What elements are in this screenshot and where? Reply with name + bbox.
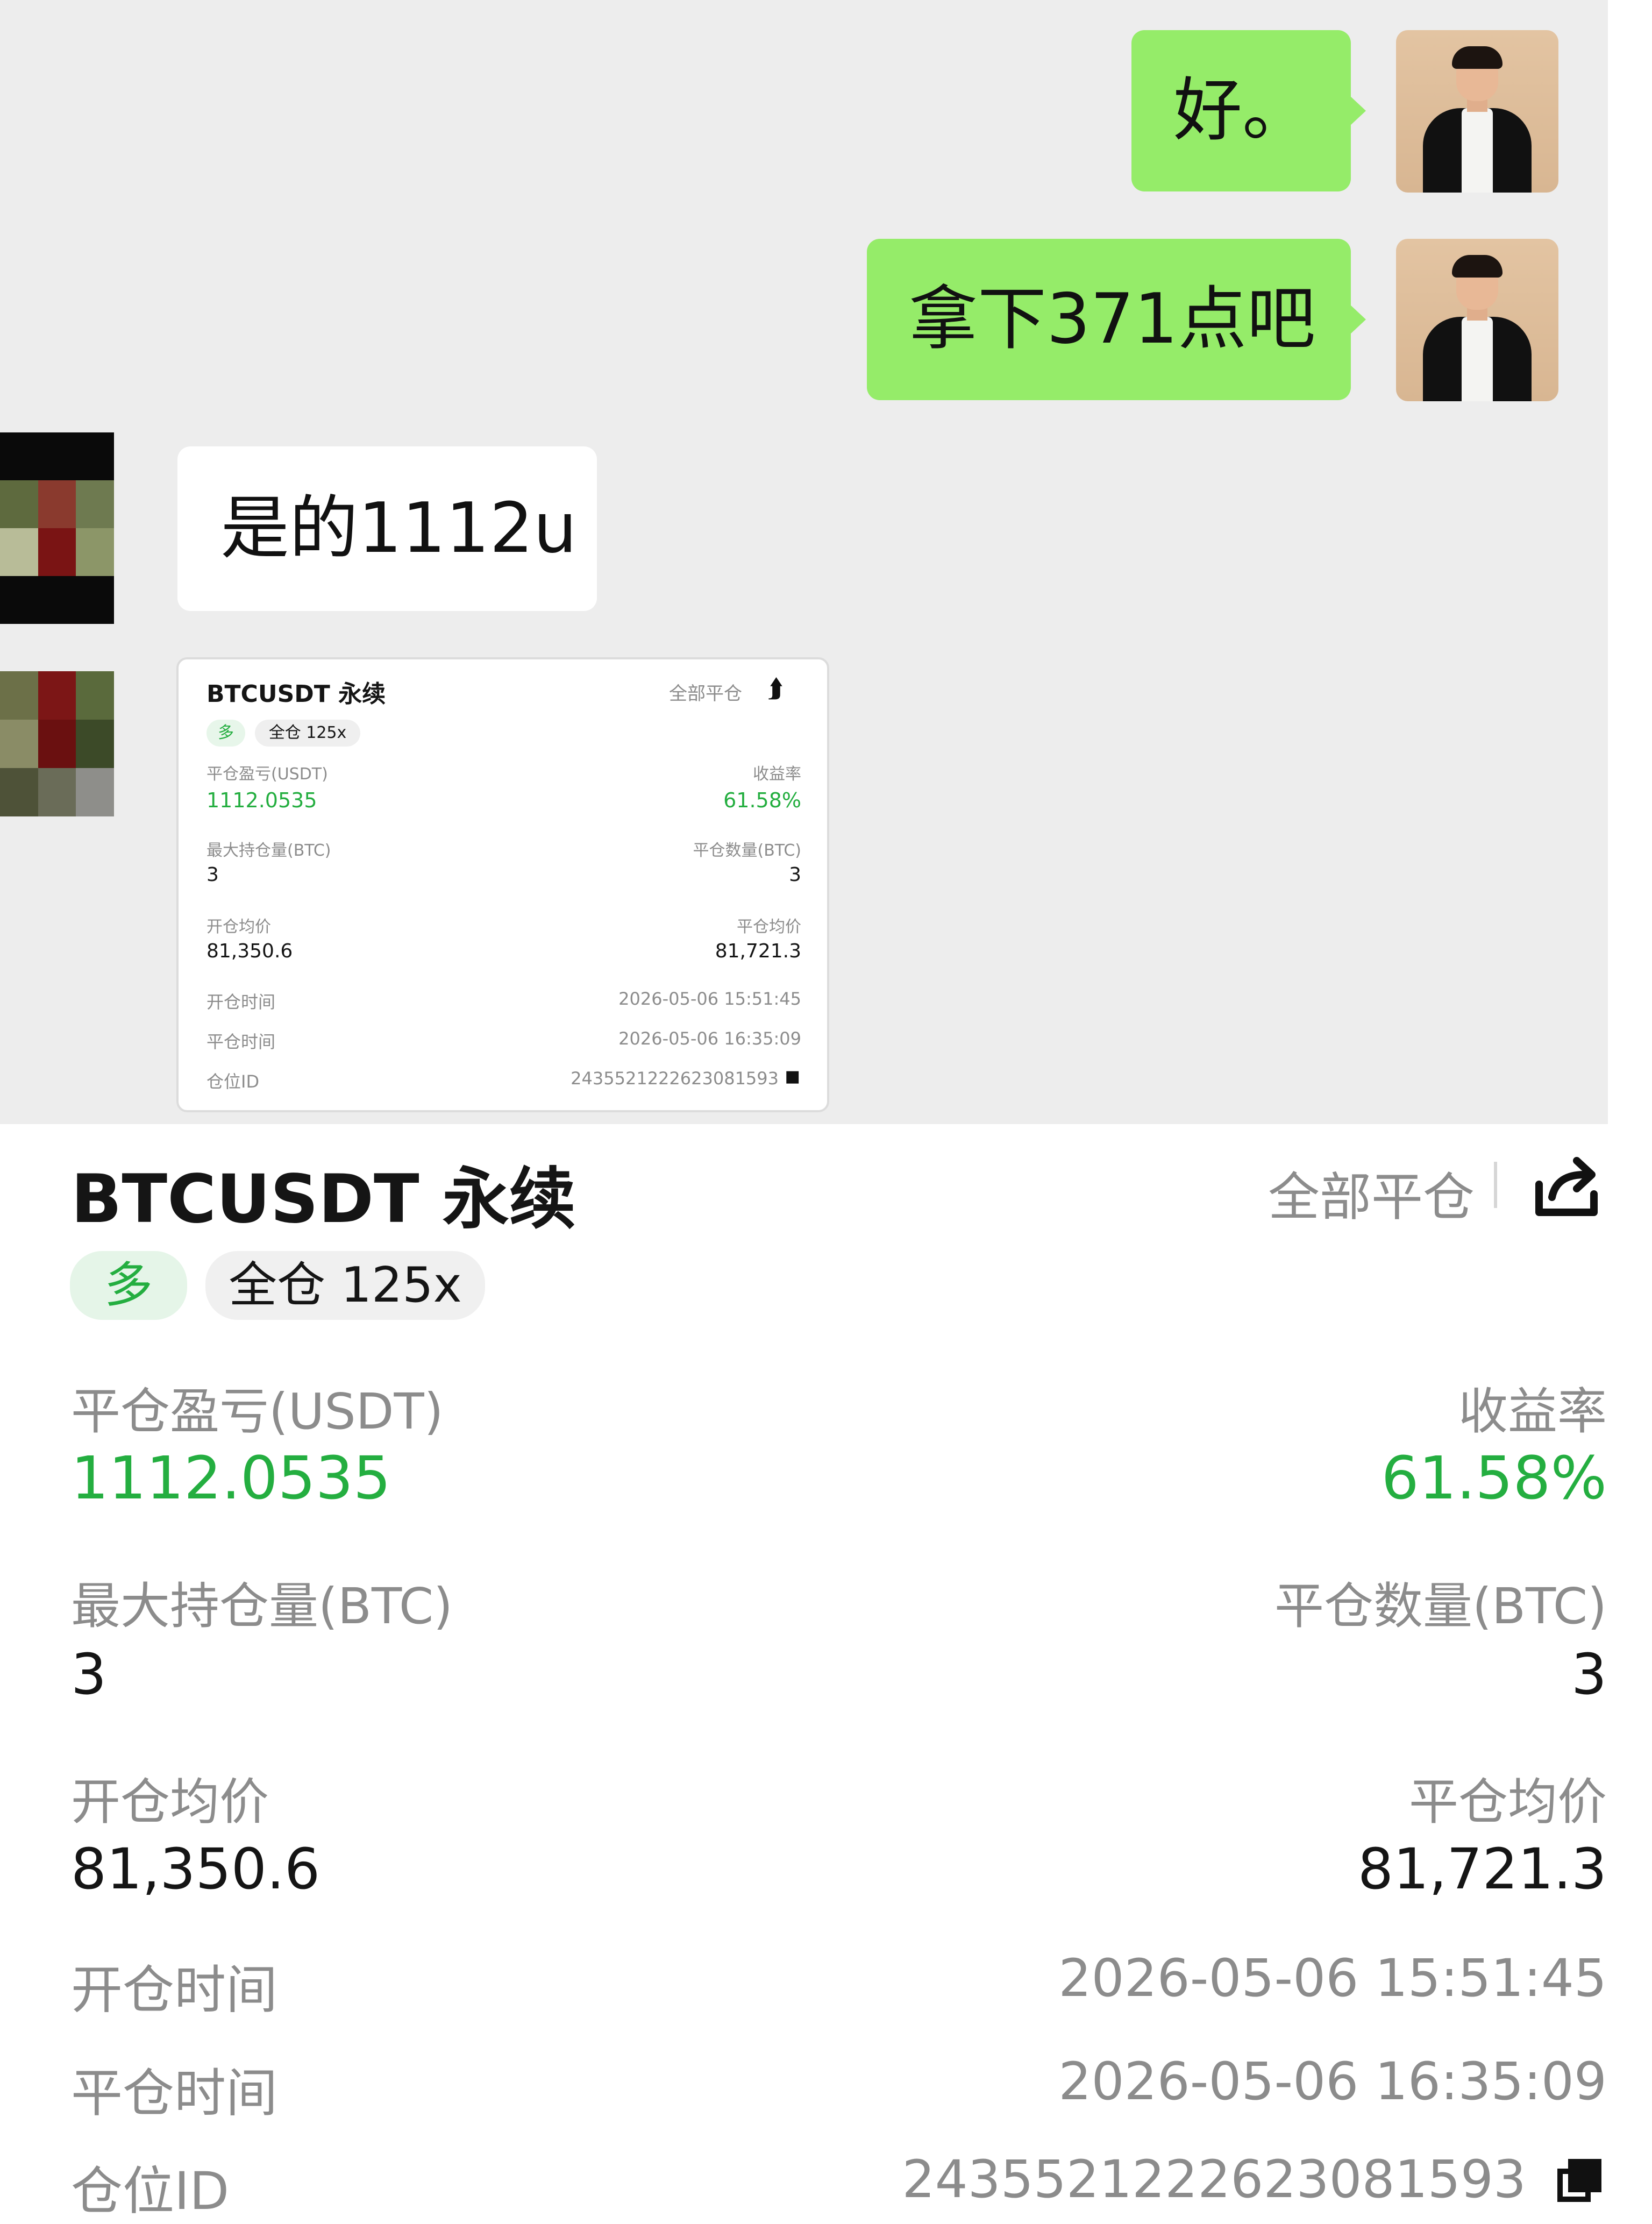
thumb-margin-badge: 全仓 125x	[255, 720, 360, 747]
my-avatar[interactable]	[1396, 239, 1558, 401]
divider	[1494, 1162, 1497, 1208]
thumb-close-time-value: 2026-05-06 16:35:09	[618, 1028, 801, 1049]
thumb-position-id-label: 仓位ID	[206, 1071, 260, 1092]
thumb-pnl-value: 1112.0535	[206, 788, 317, 812]
thumb-copy-icon: ■	[785, 1067, 800, 1086]
contact-avatar[interactable]	[0, 432, 114, 624]
thumb-close-avg-value: 81,721.3	[715, 940, 801, 962]
copy-icon[interactable]	[1557, 2159, 1601, 2202]
pnl-value: 1112.0535	[71, 1444, 391, 1512]
thumb-open-time-label: 开仓时间	[206, 992, 276, 1012]
thumb-roi-label: 收益率	[753, 765, 801, 784]
open-avg-price-value: 81,350.6	[71, 1836, 321, 1902]
position-id-label: 仓位ID	[71, 2161, 230, 2221]
thumb-open-avg-label: 开仓均价	[206, 918, 271, 936]
close-all-button[interactable]: 全部平仓	[1268, 1155, 1475, 1230]
thumb-position-id-value: 2435521222623081593	[571, 1068, 779, 1089]
thumb-roi-value: 61.58%	[723, 788, 801, 812]
thumb-share-icon: ⮭	[768, 673, 784, 704]
chat-area: 好。 拿下371点吧 是的1112u BTCUSDT 永续 全部平仓 ⮭ 多 全…	[0, 0, 1608, 1124]
open-time-label: 开仓时间	[71, 1960, 277, 2020]
message-text: 是的1112u	[220, 488, 577, 569]
close-avg-price-value: 81,721.3	[1357, 1836, 1607, 1902]
margin-mode-badge: 全仓 125x	[205, 1251, 485, 1320]
thumb-close-all: 全部平仓	[669, 683, 742, 705]
message-text: 好。	[1173, 70, 1312, 151]
max-hold-label: 最大持仓量(BTC)	[71, 1578, 453, 1635]
thumb-pnl-label: 平仓盈亏(USDT)	[206, 765, 328, 784]
max-hold-value: 3	[71, 1642, 107, 1707]
close-qty-label: 平仓数量(BTC)	[1274, 1578, 1607, 1635]
thumb-close-time-label: 平仓时间	[206, 1032, 276, 1052]
symbol-title: BTCUSDT 永续	[71, 1161, 576, 1238]
open-time-value: 2026-05-06 15:51:45	[1058, 1948, 1607, 2008]
open-avg-price-label: 开仓均价	[71, 1773, 269, 1831]
thumb-max-hold-label: 最大持仓量(BTC)	[206, 841, 331, 860]
thumb-close-avg-label: 平仓均价	[737, 918, 801, 936]
my-avatar[interactable]	[1396, 30, 1558, 193]
my-message-bubble[interactable]: 好。	[1131, 30, 1366, 191]
my-message-bubble[interactable]: 拿下371点吧	[867, 239, 1366, 400]
close-time-value: 2026-05-06 16:35:09	[1058, 2051, 1607, 2112]
pnl-label: 平仓盈亏(USDT)	[71, 1383, 444, 1440]
close-time-label: 平仓时间	[71, 2063, 277, 2123]
screenshot-image-message[interactable]: BTCUSDT 永续 全部平仓 ⮭ 多 全仓 125x 平仓盈亏(USDT) 1…	[176, 657, 829, 1112]
thumb-close-qty-value: 3	[789, 864, 801, 886]
thumb-close-qty-label: 平仓数量(BTC)	[693, 841, 801, 860]
roi-label: 收益率	[1458, 1383, 1607, 1440]
close-qty-value: 3	[1571, 1642, 1607, 1707]
close-avg-price-label: 平仓均价	[1408, 1773, 1607, 1831]
position-id-value: 2435521222623081593	[902, 2149, 1526, 2209]
thumb-open-avg-value: 81,350.6	[206, 940, 293, 962]
thumb-max-hold-value: 3	[206, 864, 219, 886]
thumb-side-badge: 多	[206, 720, 245, 747]
thumb-open-time-value: 2026-05-06 15:51:45	[618, 989, 801, 1009]
thumb-symbol: BTCUSDT 永续	[206, 680, 386, 708]
roi-value: 61.58%	[1381, 1444, 1607, 1512]
share-icon[interactable]	[1532, 1153, 1601, 1220]
contact-avatar[interactable]	[0, 671, 114, 816]
contact-message-bubble[interactable]: 是的1112u	[177, 446, 597, 611]
message-text: 拿下371点吧	[909, 279, 1316, 359]
side-badge: 多	[70, 1251, 187, 1320]
